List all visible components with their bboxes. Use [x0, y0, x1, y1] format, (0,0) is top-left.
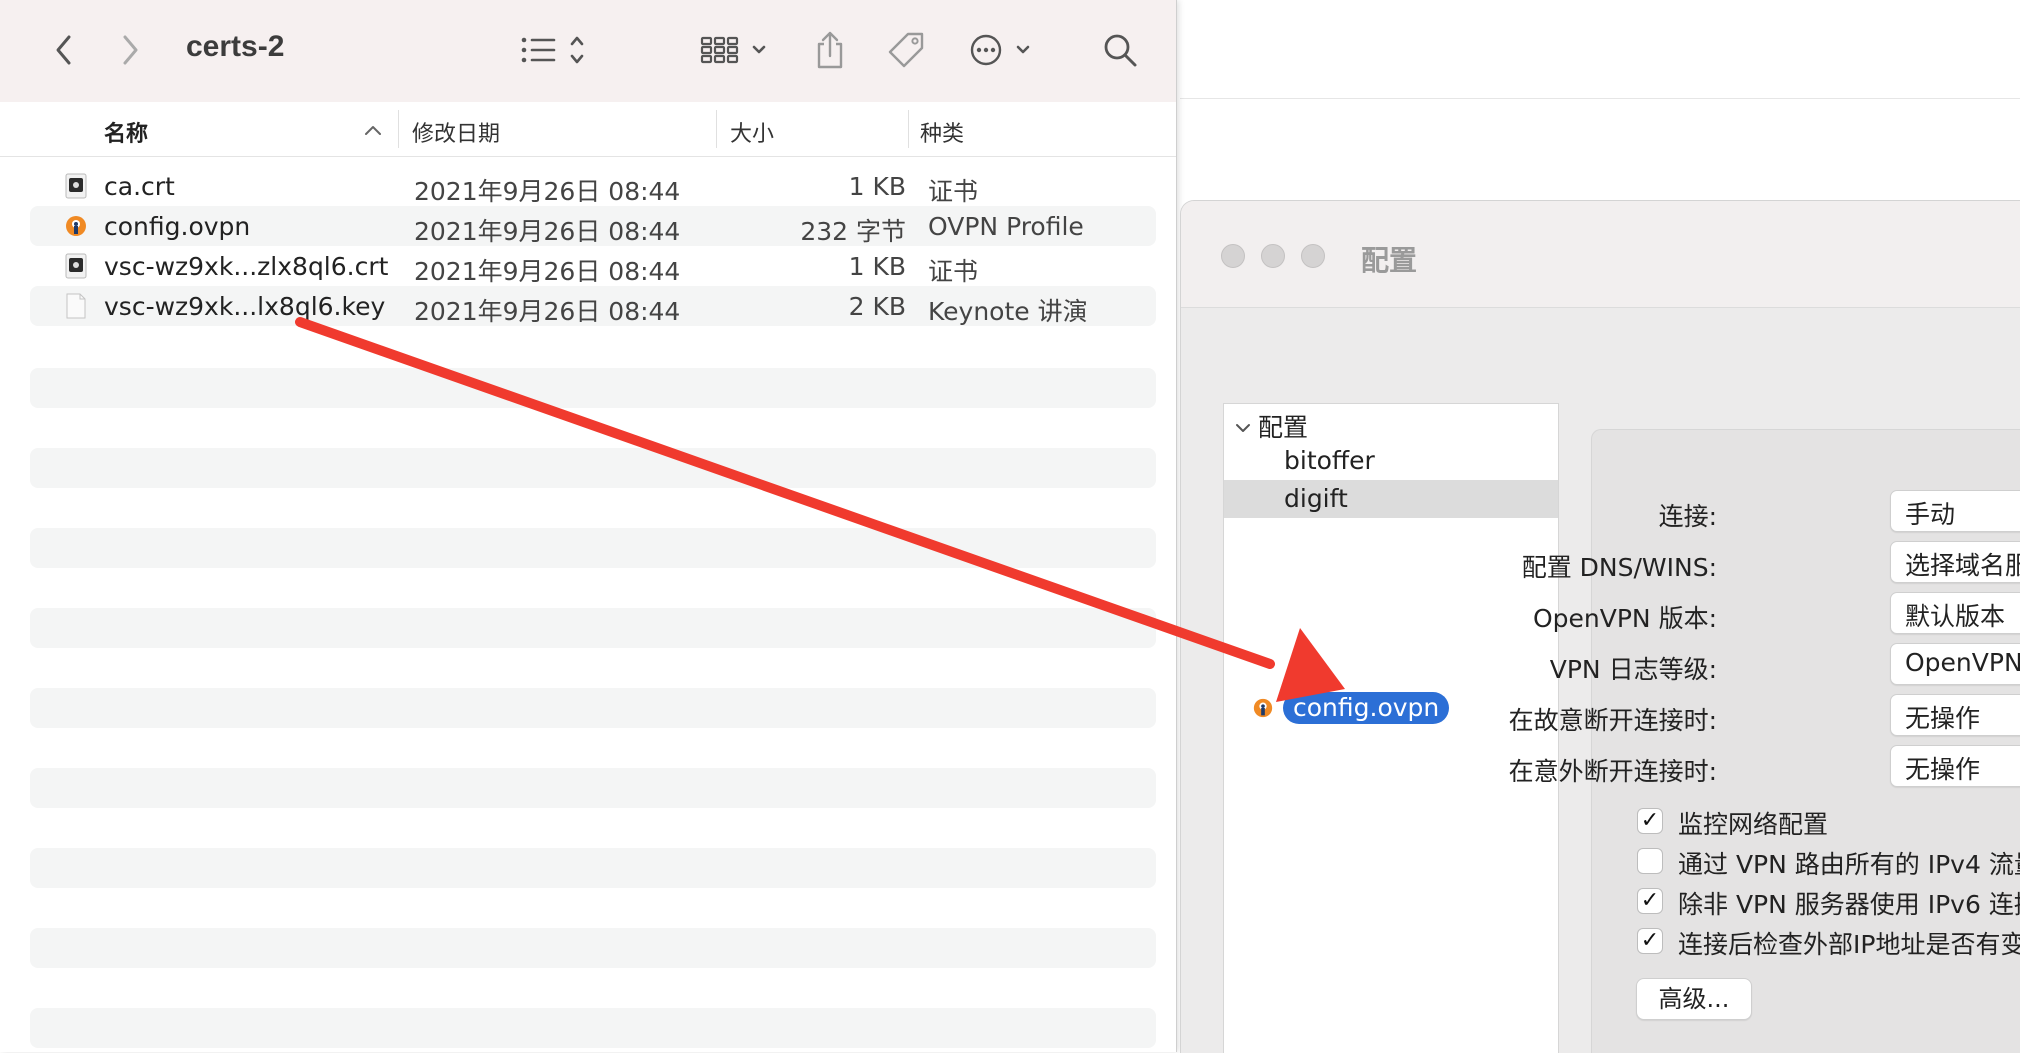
openvpn-icon [1252, 697, 1274, 719]
column-kind[interactable]: 种类 [920, 116, 964, 148]
column-divider[interactable] [716, 110, 717, 148]
openvpn-version-select[interactable]: 默认版本 [1890, 592, 2020, 634]
sort-ascending-icon[interactable] [364, 118, 382, 143]
chevron-down-icon[interactable] [1234, 412, 1252, 441]
file-modified: 2021年9月26日 08:44 [414, 177, 681, 206]
file-modified: 2021年9月26日 08:44 [414, 217, 681, 246]
file-row-config-ovpn[interactable]: config.ovpn 2021年9月26日 08:44 232 字节 OVPN… [30, 206, 1156, 246]
log-level-select[interactable]: OpenVPN [1890, 643, 2020, 685]
forward-icon[interactable] [108, 28, 152, 72]
field-label-connect: 连接: [1658, 502, 1717, 531]
field-label-dns: 配置 DNS/WINS: [1521, 553, 1717, 582]
intentional-disconnect-select[interactable]: 无操作 [1890, 694, 2020, 736]
checkbox-route-ipv4[interactable] [1637, 848, 1663, 874]
search-icon[interactable] [1098, 28, 1142, 72]
file-name: vsc-wz9xk...lx8ql6.key [104, 292, 386, 321]
finder-window: certs-2 名称 修改日期 大小 种类 ca.crt 2021年9月26日 … [0, 0, 1177, 1052]
back-icon[interactable] [42, 28, 86, 72]
tag-icon[interactable] [884, 28, 928, 72]
sidebar-item-label: bitoffer [1284, 446, 1375, 475]
group-view-icon[interactable] [700, 28, 776, 72]
file-name: ca.crt [104, 172, 175, 201]
file-size: 1 KB [848, 252, 906, 281]
checkbox-label: 除非 VPN 服务器使用 IPv6 连接 [1678, 890, 2020, 919]
empty-row-stripe [30, 368, 1156, 408]
file-name: config.ovpn [104, 212, 251, 241]
empty-row-stripe [30, 688, 1156, 728]
minimize-button[interactable] [1261, 244, 1285, 268]
column-size[interactable]: 大小 [730, 116, 774, 148]
checkbox-label: 连接后检查外部IP地址是否有变化 [1678, 930, 2020, 959]
field-label-intentional-disconnect: 在故意断开连接时: [1508, 706, 1717, 735]
close-button[interactable] [1221, 244, 1245, 268]
vpn-window-title: 配置 [1361, 244, 1418, 277]
column-header: 名称 修改日期 大小 种类 [0, 102, 1176, 157]
empty-row-stripe [30, 848, 1156, 888]
sidebar-item-label: digift [1284, 484, 1348, 513]
checkbox-monitor-network[interactable]: ✓ [1637, 808, 1663, 834]
window-title: certs-2 [186, 30, 285, 63]
sidebar-group-label: 配置 [1258, 413, 1309, 442]
field-label-unexpected-disconnect: 在意外断开连接时: [1508, 757, 1717, 786]
file-name: vsc-wz9xk...zlx8ql6.crt [104, 252, 389, 281]
checkbox-label: 通过 VPN 路由所有的 IPv4 流量 [1678, 850, 2020, 879]
vpn-titlebar: 配置 [1181, 201, 2020, 308]
file-kind: 证书 [928, 177, 979, 206]
unexpected-disconnect-select[interactable]: 无操作 [1890, 745, 2020, 787]
dragged-file-label[interactable]: config.ovpn [1283, 692, 1450, 724]
empty-row-stripe [30, 928, 1156, 968]
column-divider[interactable] [398, 110, 399, 148]
certificate-icon [64, 253, 88, 279]
certificate-icon [64, 173, 88, 199]
document-icon [64, 293, 88, 319]
checkbox-check-ip[interactable]: ✓ [1637, 928, 1663, 954]
file-modified: 2021年9月26日 08:44 [414, 297, 681, 326]
empty-row-stripe [30, 528, 1156, 568]
field-label-openvpn-version: OpenVPN 版本: [1532, 604, 1717, 633]
background-window [1180, 0, 2020, 99]
checkbox-disable-ipv6[interactable]: ✓ [1637, 888, 1663, 914]
column-divider[interactable] [908, 110, 909, 148]
file-size: 232 字节 [800, 217, 906, 246]
field-label-log-level: VPN 日志等级: [1549, 655, 1717, 684]
column-modified[interactable]: 修改日期 [412, 116, 500, 148]
zoom-button[interactable] [1301, 244, 1325, 268]
sidebar-group-configs[interactable]: 配置 [1224, 404, 1558, 442]
file-kind: 证书 [928, 257, 979, 286]
empty-row-stripe [30, 768, 1156, 808]
file-modified: 2021年9月26日 08:44 [414, 257, 681, 286]
file-row-crt[interactable]: vsc-wz9xk...zlx8ql6.crt 2021年9月26日 08:44… [30, 246, 1156, 286]
dns-select[interactable]: 选择域名服务 [1890, 541, 2020, 583]
share-icon[interactable] [808, 28, 852, 72]
checkbox-label: 监控网络配置 [1678, 810, 1829, 839]
openvpn-icon [64, 213, 88, 239]
connect-select[interactable]: 手动 [1890, 490, 2020, 532]
file-kind: OVPN Profile [928, 212, 1084, 241]
empty-row-stripe [30, 448, 1156, 488]
sidebar-item-bitoffer[interactable]: bitoffer [1224, 442, 1558, 480]
more-actions-icon[interactable] [968, 28, 1040, 72]
empty-row-stripe [30, 608, 1156, 648]
file-row-key[interactable]: vsc-wz9xk...lx8ql6.key 2021年9月26日 08:44 … [30, 286, 1156, 326]
file-size: 2 KB [848, 292, 906, 321]
finder-toolbar: certs-2 [0, 0, 1176, 103]
list-view-icon[interactable] [520, 28, 590, 72]
advanced-button[interactable]: 高级... [1636, 978, 1752, 1020]
file-kind: Keynote 讲演 [928, 297, 1088, 326]
column-name[interactable]: 名称 [104, 116, 148, 148]
file-row-ca-crt[interactable]: ca.crt 2021年9月26日 08:44 1 KB 证书 [30, 166, 1156, 206]
sidebar-item-digift[interactable]: digift [1224, 480, 1558, 518]
file-size: 1 KB [848, 172, 906, 201]
empty-row-stripe [30, 1008, 1156, 1048]
